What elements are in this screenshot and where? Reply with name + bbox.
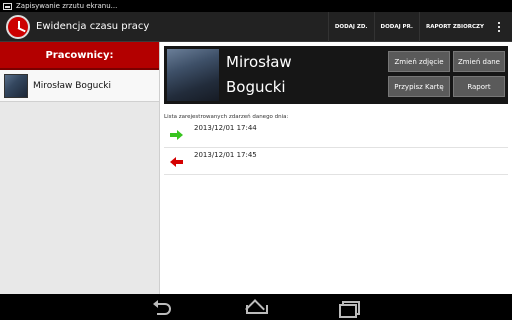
action-bar: Ewidencja czasu pracy DODAJ ZD. DODAJ PR… bbox=[0, 11, 512, 42]
first-name: Mirosław bbox=[226, 53, 292, 71]
last-name: Bogucki bbox=[226, 78, 286, 96]
workers-header: Pracownicy: bbox=[0, 42, 159, 70]
event-row[interactable]: 2013/12/01 17:44 bbox=[164, 122, 508, 148]
change-photo-button[interactable]: Zmień zdjęcie bbox=[388, 51, 450, 72]
worker-name: Mirosław Bogucki bbox=[33, 80, 112, 91]
event-row[interactable]: 2013/12/01 17:45 bbox=[164, 149, 508, 175]
change-data-button[interactable]: Zmień dane bbox=[453, 51, 505, 72]
navigation-bar bbox=[0, 294, 512, 320]
screenshot-icon bbox=[3, 2, 12, 10]
app-title: Ewidencja czasu pracy bbox=[36, 21, 150, 32]
worker-list-item[interactable]: Mirosław Bogucki bbox=[0, 70, 159, 102]
workers-panel: Pracownicy: Mirosław Bogucki bbox=[0, 42, 160, 294]
events-caption: Lista zarejestrowanych zdarzeń danego dn… bbox=[164, 114, 289, 120]
exit-arrow-icon bbox=[170, 157, 184, 167]
overflow-menu-icon[interactable] bbox=[490, 12, 508, 42]
recent-apps-icon[interactable] bbox=[337, 300, 360, 318]
entry-arrow-icon bbox=[170, 130, 184, 140]
event-time: 2013/12/01 17:45 bbox=[194, 151, 257, 159]
assign-card-button[interactable]: Przypisz Kartę bbox=[388, 76, 450, 97]
profile-photo bbox=[167, 49, 219, 101]
main-panel: Mirosław Bogucki Zmień zdjęcie Zmień dan… bbox=[160, 42, 512, 294]
screen: Zapisywanie zrzutu ekranu... Ewidencja c… bbox=[0, 0, 512, 320]
profile-card: Mirosław Bogucki Zmień zdjęcie Zmień dan… bbox=[164, 46, 508, 104]
status-bar: Zapisywanie zrzutu ekranu... bbox=[0, 0, 512, 12]
clock-icon[interactable] bbox=[6, 14, 30, 39]
report-button[interactable]: Raport bbox=[453, 76, 505, 97]
add-worker-button[interactable]: DODAJ PR. bbox=[373, 11, 419, 42]
add-entry-button[interactable]: DODAJ ZD. bbox=[327, 11, 374, 42]
back-icon[interactable] bbox=[153, 300, 175, 315]
event-time: 2013/12/01 17:44 bbox=[194, 124, 257, 132]
notification-text: Zapisywanie zrzutu ekranu... bbox=[16, 2, 118, 10]
home-icon[interactable] bbox=[245, 300, 268, 314]
worker-avatar bbox=[4, 73, 28, 98]
summary-report-button[interactable]: RAPORT ZBIORCZY bbox=[419, 11, 490, 42]
